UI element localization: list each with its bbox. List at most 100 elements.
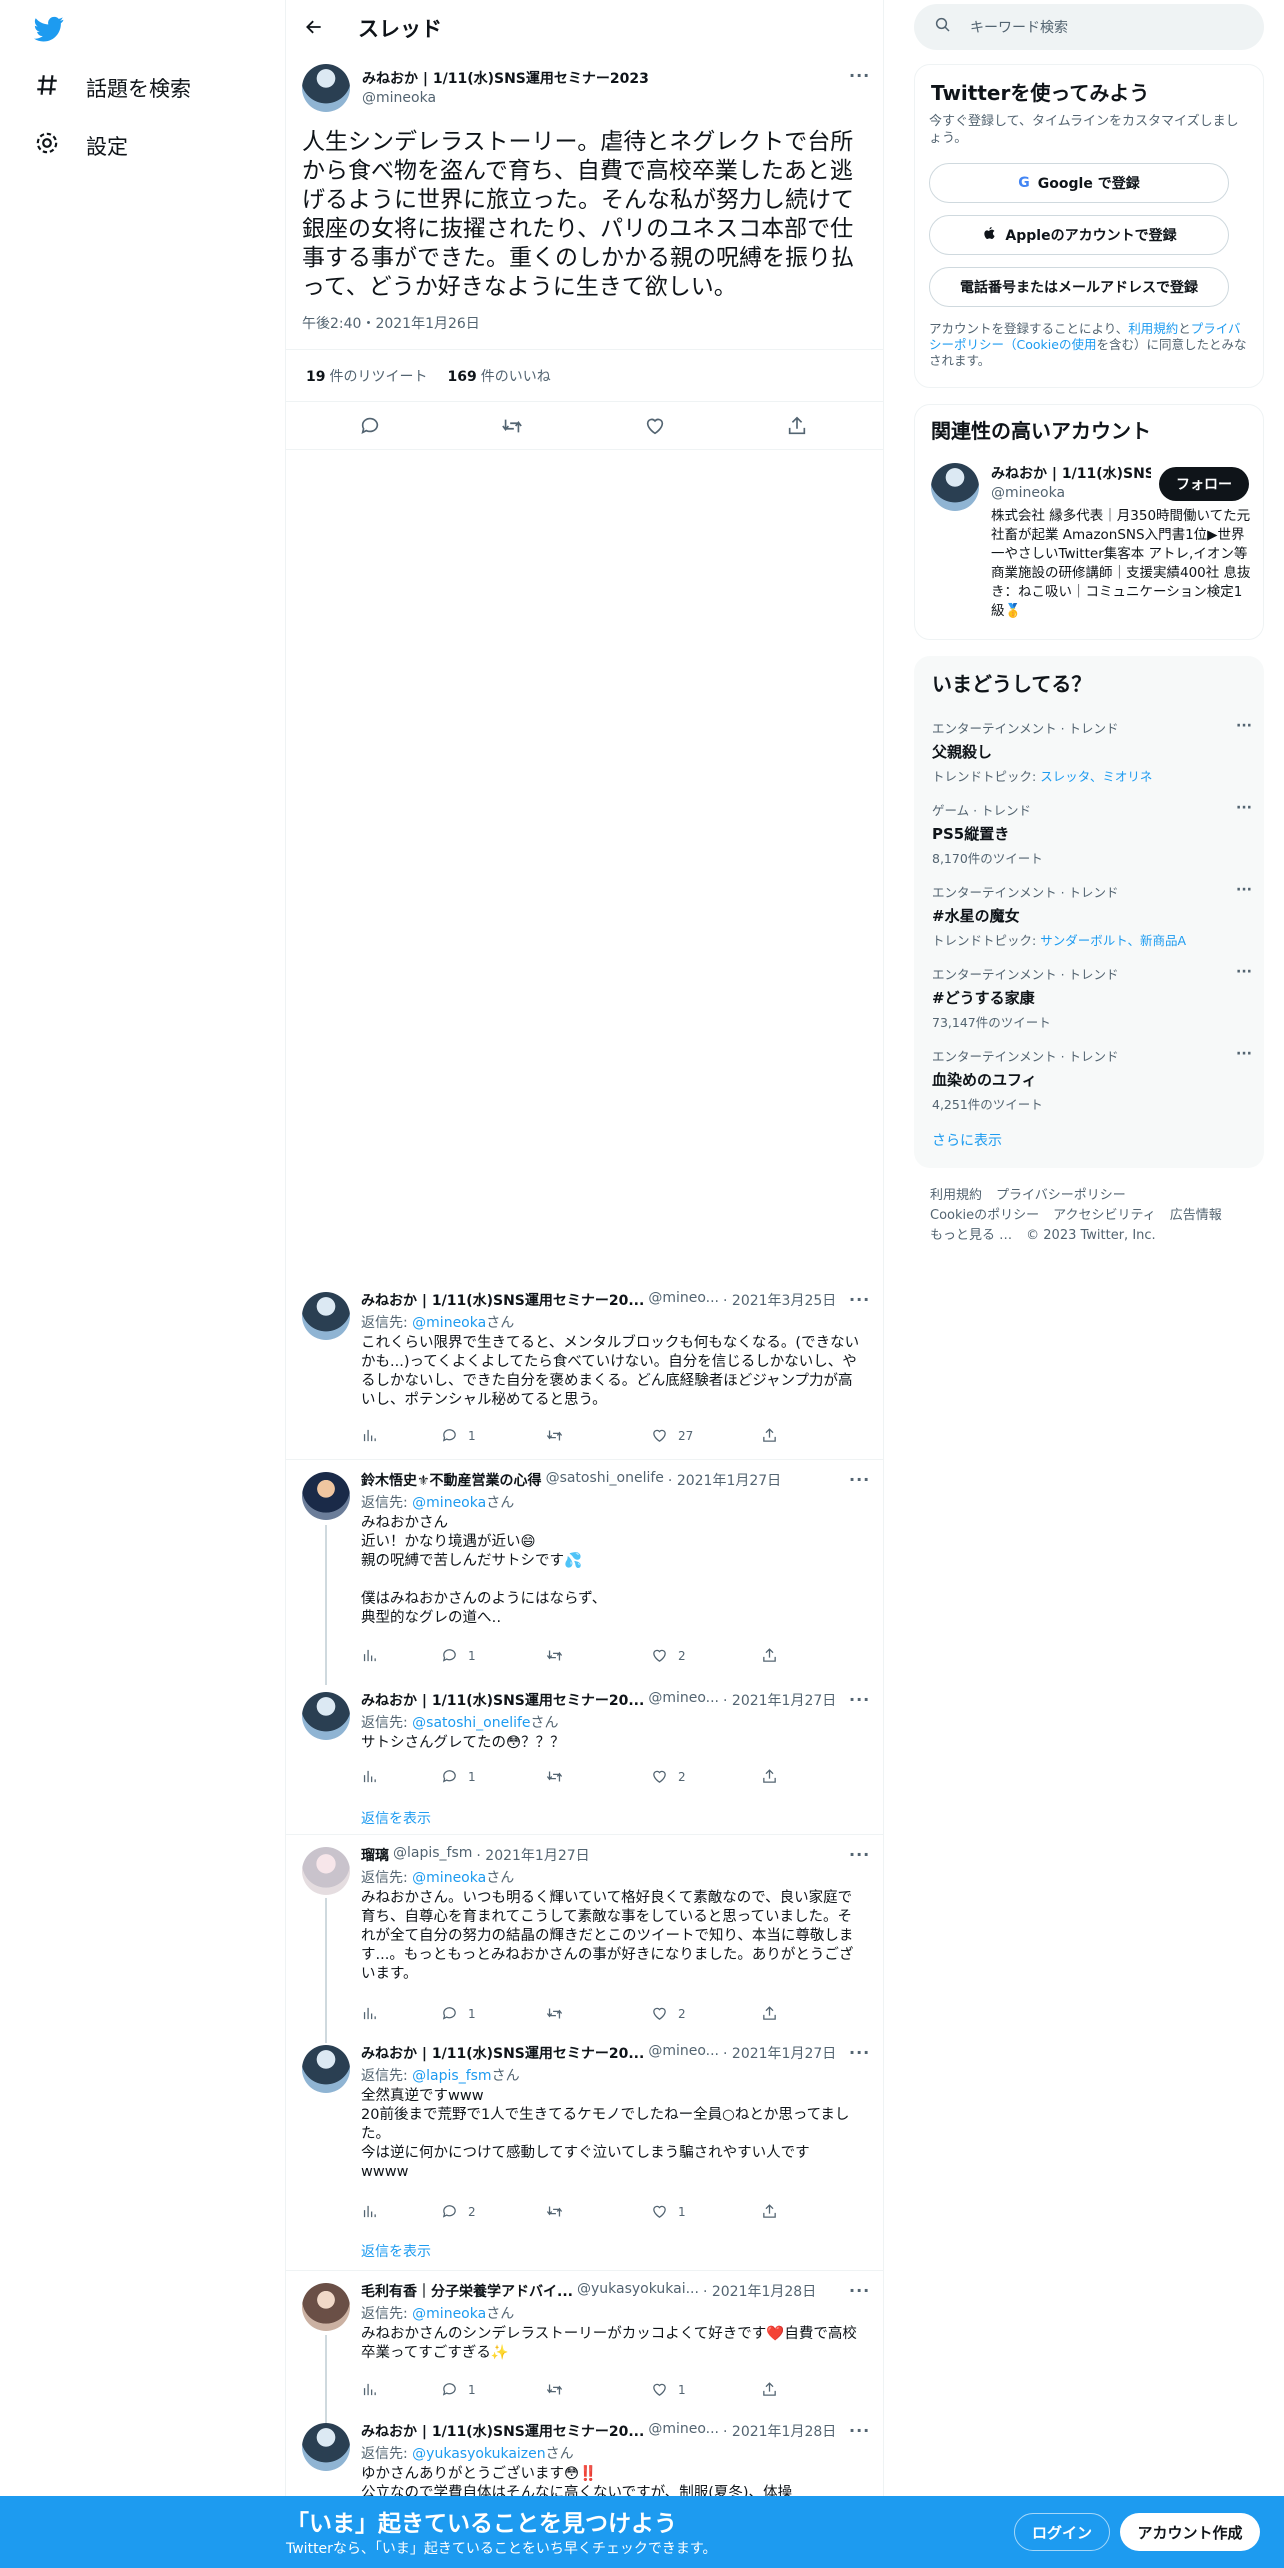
reply-date[interactable]: · 2021年1月28日	[723, 2421, 836, 2441]
reply-date[interactable]: · 2021年1月27日	[668, 1470, 781, 1490]
search-input[interactable]: キーワード検索	[914, 4, 1264, 50]
share-icon[interactable]	[761, 1427, 778, 1444]
trend-item[interactable]: エンターテインメント · トレンド #どうする家康 73,147件のツイート ·…	[932, 964, 1252, 1031]
reply-icon[interactable]: 1	[441, 1427, 476, 1444]
reply-tweet[interactable]: みねおか | 1/11(水)SNS運用セミナー20... @mineo... · 2…	[286, 1280, 883, 1460]
trend-item[interactable]: ゲーム · トレンド PS5縦置き 8,170件のツイート ···	[932, 800, 1252, 867]
show-more-trends-link[interactable]: さらに表示	[932, 1130, 1002, 1150]
reply-to-link[interactable]: @satoshi_onelife	[412, 1715, 530, 1731]
avatar[interactable]	[302, 2423, 350, 2471]
reply-tweet[interactable]: 鈴木悟史⚜不動産営業の心得 @satoshi_onelife · 2021年1月27…	[286, 1460, 883, 1680]
reply-author-name[interactable]: みねおか | 1/11(水)SNS運用セミナー20...	[361, 1290, 644, 1310]
more-icon[interactable]: ···	[849, 2281, 870, 2300]
reply-date[interactable]: · 2021年1月27日	[723, 1690, 836, 1710]
like-icon[interactable]	[644, 415, 666, 437]
more-icon[interactable]: ···	[849, 2043, 870, 2062]
reply-tweet[interactable]: みねおか | 1/11(水)SNS運用セミナー20... @mineo... · 2…	[286, 2411, 883, 2501]
more-icon[interactable]: ···	[849, 1470, 870, 1489]
avatar[interactable]	[931, 463, 979, 511]
login-button[interactable]: ログイン	[1014, 2513, 1110, 2551]
share-icon[interactable]	[761, 1768, 778, 1785]
author-handle[interactable]: @mineoka	[362, 90, 436, 106]
tweet-timestamp[interactable]: 午後2:40・2021年1月26日	[302, 313, 480, 333]
signup-button[interactable]: アカウント作成	[1120, 2513, 1260, 2551]
share-icon[interactable]	[761, 2005, 778, 2022]
reply-to-link[interactable]: @mineoka	[412, 1315, 486, 1331]
reply-date[interactable]: · 2021年1月28日	[703, 2281, 816, 2301]
retweet-icon[interactable]	[546, 1647, 573, 1664]
reply-author-name[interactable]: 瑠璃	[361, 1845, 389, 1865]
retweet-icon[interactable]	[546, 1427, 573, 1444]
apple-signup-button[interactable]: Appleのアカウントで登録	[929, 215, 1229, 255]
reply-author-name[interactable]: 鈴木悟史⚜不動産営業の心得	[361, 1470, 542, 1490]
show-replies-link[interactable]: 返信を表示	[361, 1808, 431, 1828]
reply-author-handle[interactable]: @mineo...	[648, 2421, 719, 2441]
footer-more[interactable]: もっと見る …	[930, 1228, 1012, 1243]
trend-item[interactable]: エンターテインメント · トレンド 血染めのユフィ 4,251件のツイート ··…	[932, 1046, 1252, 1113]
more-icon[interactable]: ···	[849, 2421, 870, 2440]
show-replies-link[interactable]: 返信を表示	[361, 2241, 431, 2261]
author-name[interactable]: みねおか | 1/11(水)SNS運用セミナー2023	[362, 68, 649, 88]
avatar[interactable]	[302, 1692, 350, 1740]
avatar[interactable]	[302, 2045, 350, 2093]
reply-to-link[interactable]: @mineoka	[412, 1495, 486, 1511]
avatar[interactable]	[302, 1472, 350, 1520]
reply-author-handle[interactable]: @mineo...	[648, 2043, 719, 2063]
like-icon[interactable]: 2	[651, 1768, 686, 1785]
related-account-name[interactable]: みねおか | 1/11(水)SNS...	[991, 463, 1151, 483]
reply-to-link[interactable]: @lapis_fsm	[412, 2068, 491, 2084]
share-icon[interactable]	[761, 1647, 778, 1664]
likes-stat[interactable]: 169 件のいいね	[447, 366, 550, 386]
avatar[interactable]	[302, 1847, 350, 1895]
cookie-link[interactable]: （Cookieの使用	[1004, 337, 1096, 352]
reply-icon[interactable]: 1	[441, 1768, 476, 1785]
more-icon[interactable]: ···	[1236, 964, 1252, 980]
reply-author-handle[interactable]: @yukasyokukai...	[577, 2281, 699, 2301]
reply-tweet[interactable]: 瑠璃 @lapis_fsm · 2021年1月27日 ··· 返信先: @mineo…	[286, 1835, 883, 2040]
reply-author-name[interactable]: 毛利有香｜分子栄養学アドバイ...	[361, 2281, 573, 2301]
reply-author-handle[interactable]: @mineo...	[648, 1290, 719, 1310]
nav-explore[interactable]: 話題を検索	[34, 72, 191, 103]
footer-cookie[interactable]: Cookieのポリシー	[930, 1208, 1039, 1223]
reply-tweet[interactable]: 毛利有香｜分子栄養学アドバイ... @yukasyokukai... · 2021年…	[286, 2271, 883, 2431]
analytics-icon[interactable]	[361, 2203, 378, 2220]
retweet-icon[interactable]	[501, 415, 523, 437]
reply-icon[interactable]: 2	[441, 2203, 476, 2220]
share-icon[interactable]	[786, 415, 808, 437]
footer-privacy[interactable]: プライバシーポリシー	[996, 1188, 1126, 1203]
reply-date[interactable]: · 2021年1月27日	[476, 1845, 589, 1865]
analytics-icon[interactable]	[361, 2005, 378, 2022]
trend-item[interactable]: エンターテインメント · トレンド #水星の魔女 トレンドトピック: サンダーボ…	[932, 882, 1252, 949]
more-icon[interactable]: ···	[849, 1845, 870, 1864]
more-icon[interactable]: ···	[1236, 718, 1252, 734]
reply-to-link[interactable]: @yukasyokukaizen	[412, 2446, 545, 2462]
analytics-icon[interactable]	[361, 2381, 378, 2398]
reply-author-name[interactable]: みねおか | 1/11(水)SNS運用セミナー20...	[361, 1690, 644, 1710]
reply-author-handle[interactable]: @satoshi_onelife	[546, 1470, 664, 1490]
more-icon[interactable]: ···	[1236, 800, 1252, 816]
related-account-handle[interactable]: @mineoka	[991, 485, 1065, 501]
reply-tweet[interactable]: みねおか | 1/11(水)SNS運用セミナー20... @mineo... · 2…	[286, 2033, 883, 2273]
reply-icon[interactable]: 1	[441, 1647, 476, 1664]
more-icon[interactable]: ···	[1236, 1046, 1252, 1062]
avatar[interactable]	[302, 1292, 350, 1340]
analytics-icon[interactable]	[361, 1427, 378, 1444]
phone-email-signup-button[interactable]: 電話番号またはメールアドレスで登録	[929, 267, 1229, 307]
reply-date[interactable]: · 2021年3月25日	[723, 1290, 836, 1310]
analytics-icon[interactable]	[361, 1647, 378, 1664]
retweet-icon[interactable]	[546, 2203, 573, 2220]
retweet-icon[interactable]	[546, 1768, 573, 1785]
nav-settings[interactable]: 設定	[34, 130, 128, 161]
reply-tweet[interactable]: みねおか | 1/11(水)SNS運用セミナー20... @mineo... · 2…	[286, 1680, 883, 1835]
twitter-logo-icon[interactable]	[32, 14, 66, 44]
reply-to-link[interactable]: @mineoka	[412, 1870, 486, 1886]
reply-author-name[interactable]: みねおか | 1/11(水)SNS運用セミナー20...	[361, 2043, 644, 2063]
avatar[interactable]	[302, 64, 350, 112]
analytics-icon[interactable]	[361, 1768, 378, 1785]
footer-accessibility[interactable]: アクセシビリティ	[1053, 1208, 1156, 1223]
like-icon[interactable]: 1	[651, 2381, 686, 2398]
reply-to-link[interactable]: @mineoka	[412, 2306, 486, 2322]
terms-link[interactable]: 利用規約	[1128, 321, 1178, 336]
back-arrow-icon[interactable]	[300, 13, 328, 41]
like-icon[interactable]: 1	[651, 2203, 686, 2220]
